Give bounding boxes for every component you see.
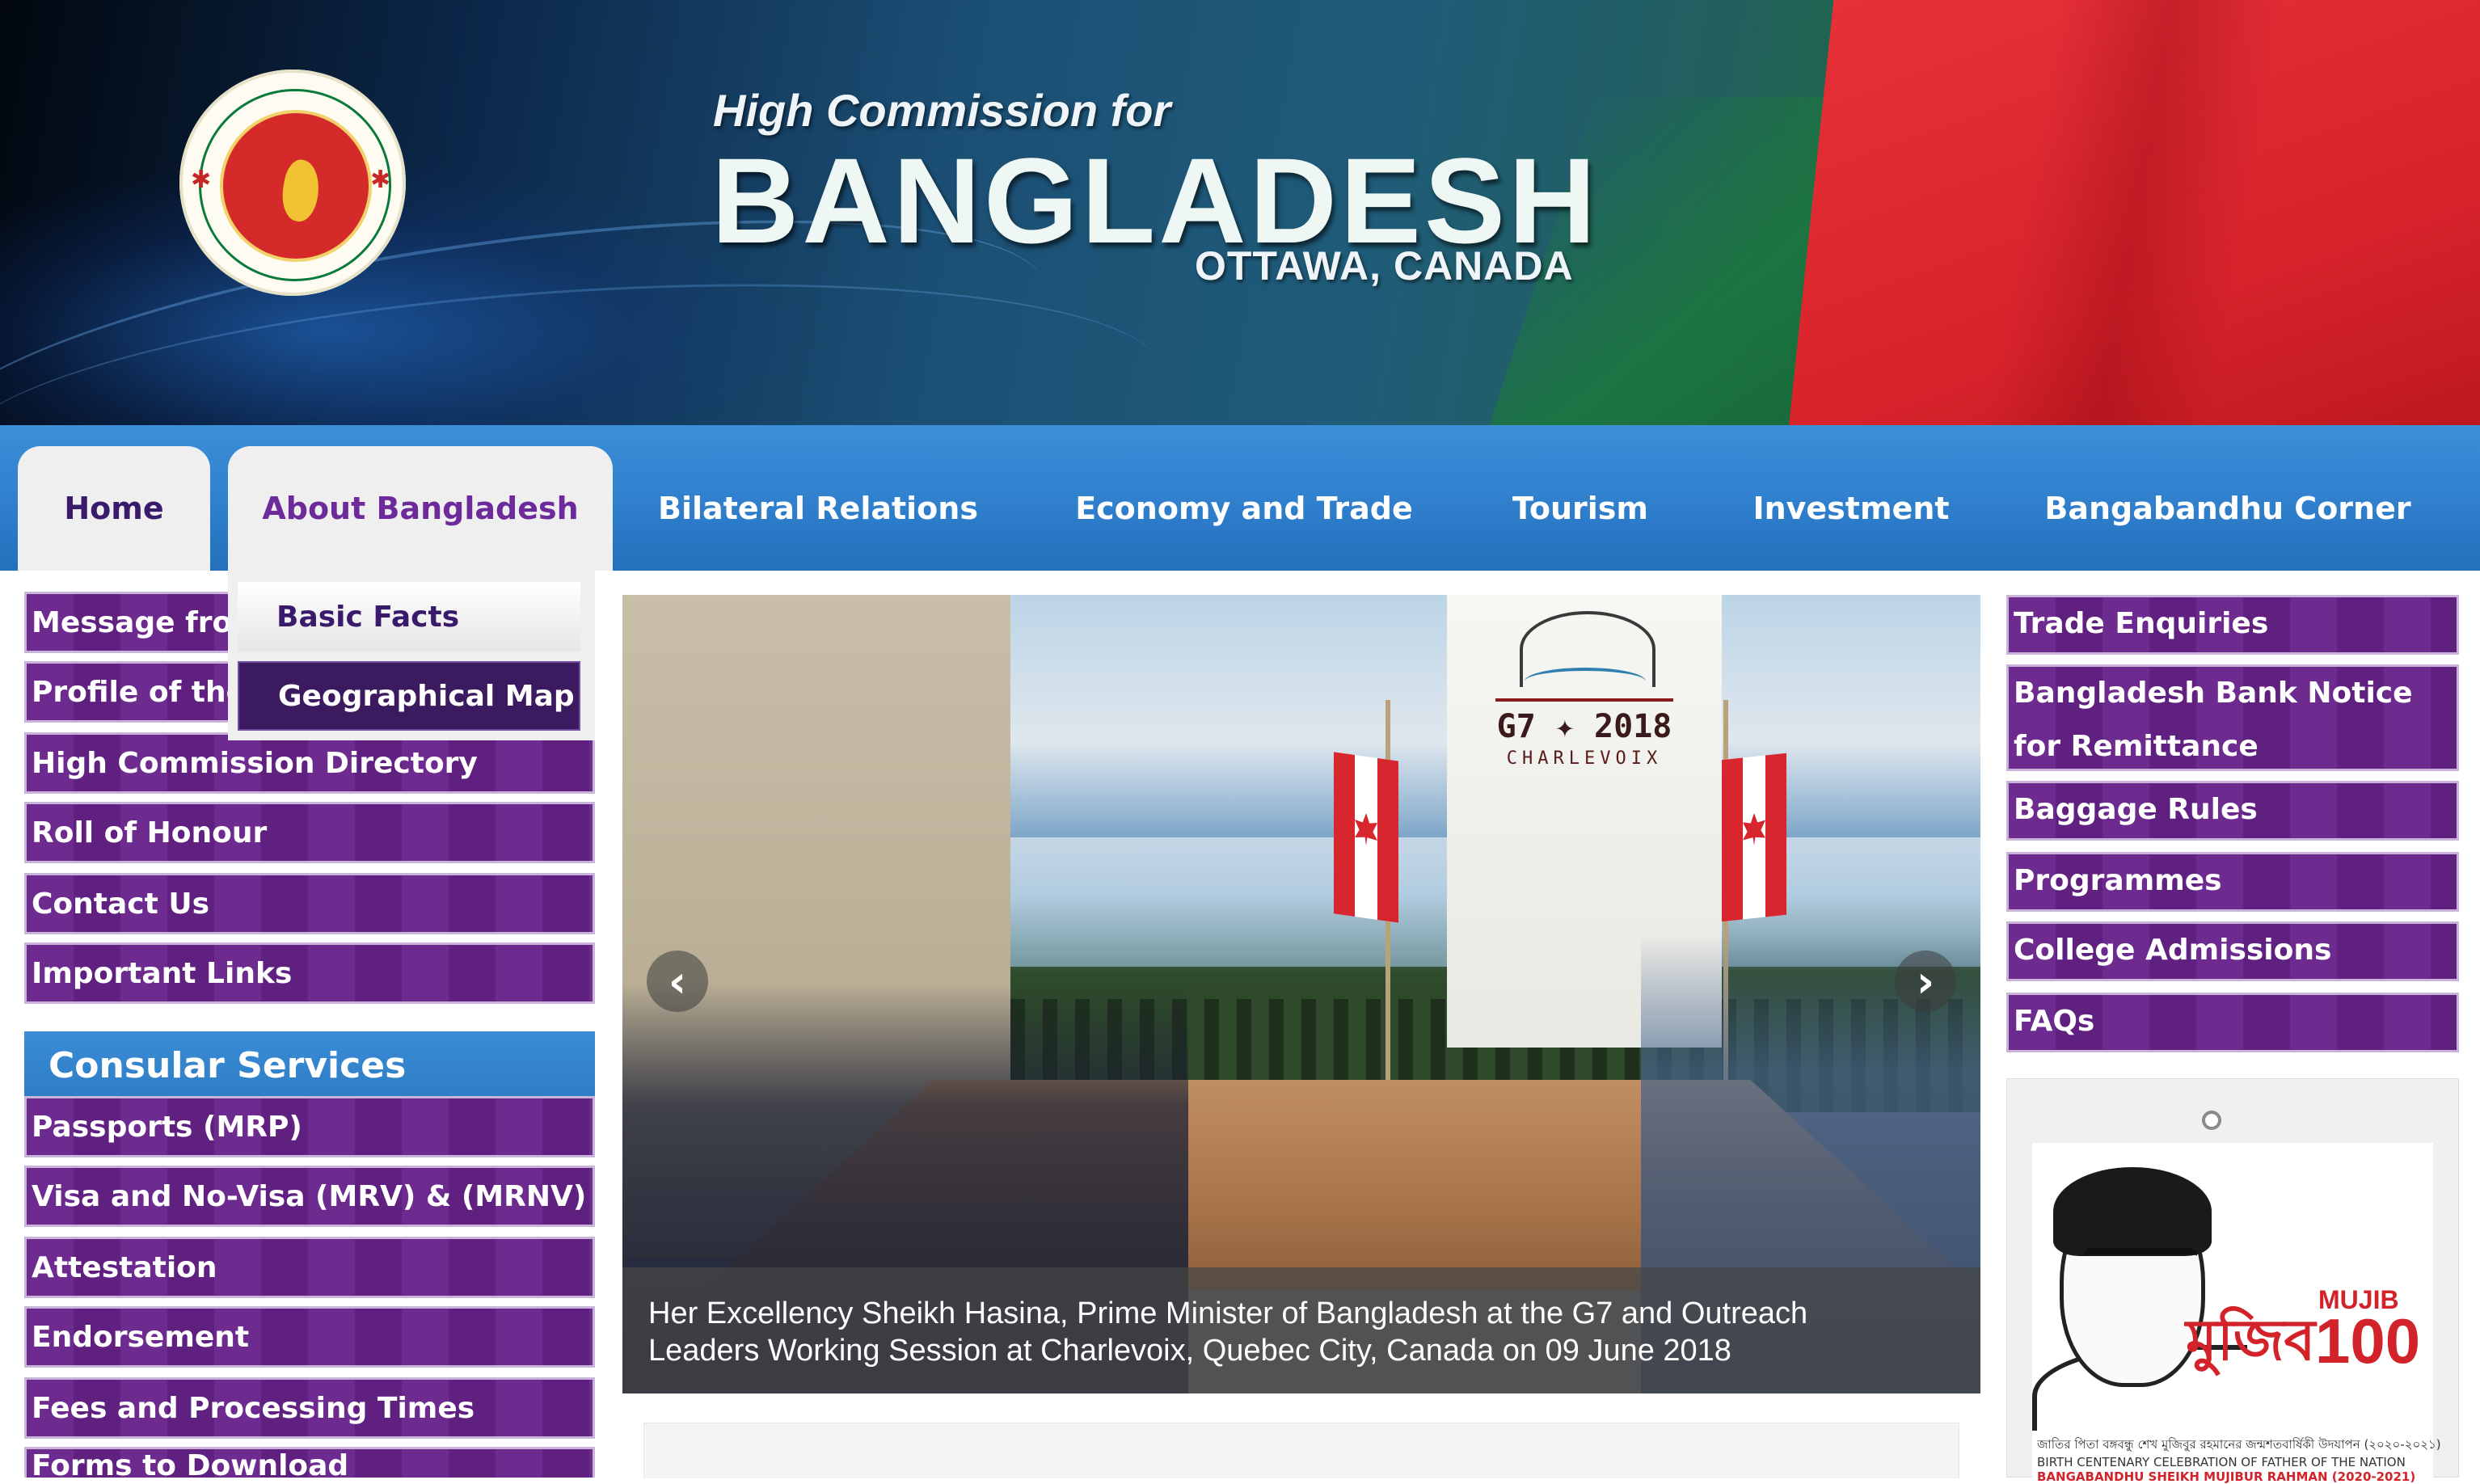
dropdown-item-basic-facts[interactable]: Basic Facts <box>238 582 580 651</box>
portrait-glasses <box>2084 1248 2197 1285</box>
left-menu-item[interactable]: Roll of Honour <box>24 802 595 863</box>
dropdown-item-geographical-map[interactable]: Geographical Map <box>238 661 580 731</box>
main-nav: Home About Bangladesh Bilateral Relation… <box>0 425 2480 571</box>
content-panel <box>643 1423 1959 1478</box>
star-icon: ✱ <box>370 166 391 194</box>
mujib-english-caption: BIRTH CENTENARY CELEBRATION OF FATHER OF… <box>2037 1455 2406 1469</box>
left-menu-item[interactable]: High Commission Directory <box>24 732 595 794</box>
consular-menu-item[interactable]: Forms to Download <box>24 1447 595 1478</box>
logo-divider <box>1495 698 1673 702</box>
right-menu-item[interactable]: Trade Enquiries <box>2006 595 2459 655</box>
header-banner: ✱ ✱ High Commission for BANGLADESH OTTAW… <box>0 0 2480 425</box>
canada-flag-icon <box>1334 752 1398 923</box>
maple-leaf-icon <box>1355 812 1377 847</box>
consular-menu-item[interactable]: Visa and No-Visa (MRV) & (MRNV) <box>24 1166 595 1227</box>
chevron-left-icon[interactable]: ‹ <box>647 951 708 1012</box>
star-icon: ✱ <box>191 166 212 194</box>
wave-icon <box>1525 668 1646 695</box>
nav-tab-bangabandhu-corner[interactable]: Bangabandhu Corner <box>2043 446 2412 571</box>
consular-menu-item[interactable]: Endorsement <box>24 1306 595 1368</box>
canada-flag-icon <box>1722 753 1786 922</box>
portrait-hair <box>2053 1167 2212 1256</box>
slide-caption: Her Excellency Sheikh Hasina, Prime Mini… <box>622 1267 1980 1393</box>
mujib-bengali-caption: জাতির পিতা বঙ্গবন্ধু শেখ মুজিবুর রহমানের… <box>2037 1437 2441 1452</box>
nav-tab-investment[interactable]: Investment <box>1744 446 1958 571</box>
chevron-right-icon[interactable]: › <box>1895 951 1956 1012</box>
nav-tab-bilateral-relations[interactable]: Bilateral Relations <box>656 446 980 571</box>
maple-leaf-icon <box>1743 812 1765 847</box>
bangladesh-map-icon <box>277 157 324 225</box>
mujib-100-banner[interactable]: মুজিব MUJIB 100 জাতির পিতা বঙ্গবন্ধু শেখ… <box>2032 1143 2441 1484</box>
carousel-dot[interactable] <box>2202 1111 2221 1130</box>
title-location: OTTAWA, CANADA <box>1195 243 1574 289</box>
mujib-bengali-title: মুজিব <box>2186 1307 2316 1373</box>
nav-tab-tourism[interactable]: Tourism <box>1497 446 1664 571</box>
consular-menu-item[interactable]: Passports (MRP) <box>24 1096 595 1157</box>
g7-year-label: G7 ✦ 2018 <box>1496 708 1672 745</box>
left-menu-item[interactable]: Contact Us <box>24 873 595 934</box>
right-menu-item[interactable]: Baggage Rules <box>2006 781 2459 841</box>
about-dropdown-menu: Basic Facts Geographical Map <box>228 571 595 740</box>
right-menu-item[interactable]: FAQs <box>2006 993 2459 1052</box>
consular-menu-item[interactable]: Fees and Processing Times <box>24 1377 595 1439</box>
consular-services-heading: Consular Services <box>24 1031 595 1099</box>
nav-tab-economy-and-trade[interactable]: Economy and Trade <box>1061 446 1428 571</box>
caption-line: Leaders Working Session at Charlevoix, Q… <box>648 1334 1731 1368</box>
nav-tab-home[interactable]: Home <box>18 446 210 571</box>
mujib-name-caption: BANGABANDHU SHEIKH MUJIBUR RAHMAN (2020-… <box>2037 1469 2416 1484</box>
consular-menu-item[interactable]: Attestation <box>24 1237 595 1298</box>
title-high-commission: High Commission for <box>713 85 1171 136</box>
caption-line: Her Excellency Sheikh Hasina, Prime Mini… <box>648 1296 1808 1330</box>
right-menu-item[interactable]: College Admissions <box>2006 921 2459 981</box>
photo-slider[interactable]: G7 ✦ 2018 CHARLEVOIX ‹ › Her Excellency … <box>622 595 1980 1393</box>
right-menu-item[interactable]: Bangladesh Bank Notice for Remittance <box>2006 664 2459 771</box>
seal-red-disc <box>220 110 372 262</box>
g7-logo: G7 ✦ 2018 CHARLEVOIX <box>1487 611 1681 781</box>
right-menu-item[interactable]: Programmes <box>2006 852 2459 912</box>
g7-city-label: CHARLEVOIX <box>1506 748 1663 769</box>
left-menu-item[interactable]: Important Links <box>24 942 595 1004</box>
government-seal-icon[interactable]: ✱ ✱ <box>179 70 406 296</box>
nav-tab-about-bangladesh[interactable]: About Bangladesh <box>228 446 613 571</box>
mujib-100-number: 100 <box>2315 1305 2421 1376</box>
